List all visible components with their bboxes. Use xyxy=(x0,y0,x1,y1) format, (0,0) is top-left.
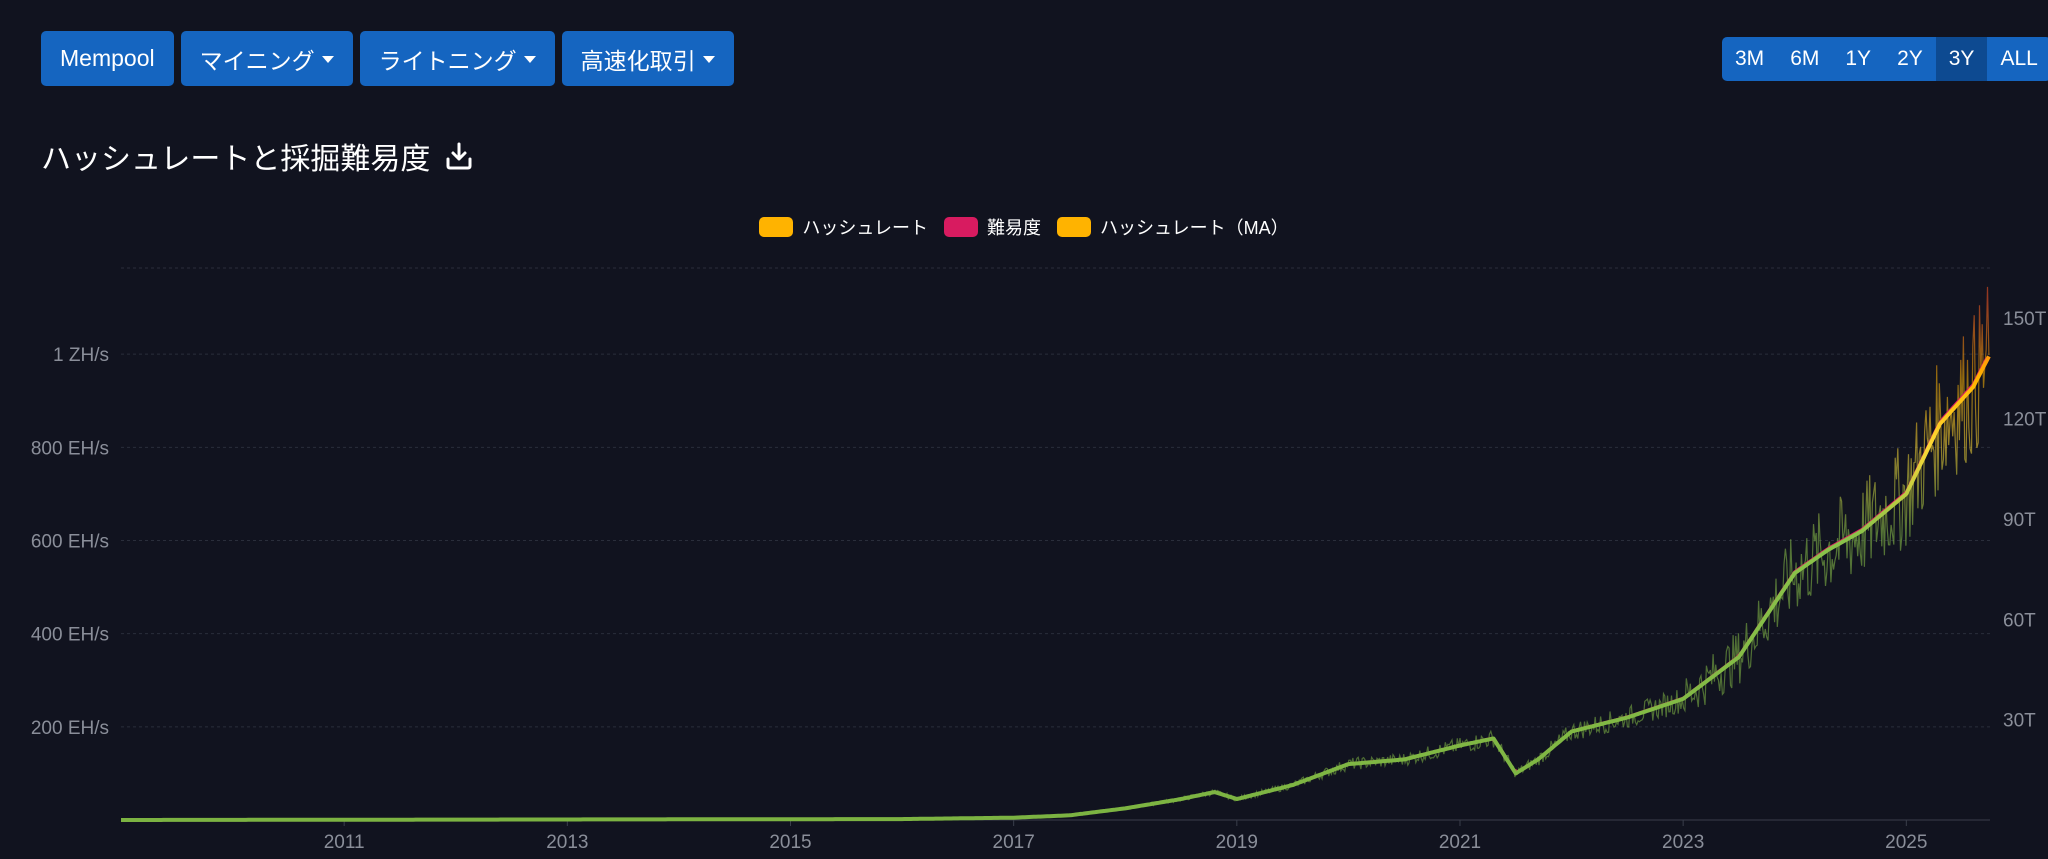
difficulty-point xyxy=(1626,716,1629,719)
x-tick-label: 2013 xyxy=(546,832,588,853)
x-tick-label: 2021 xyxy=(1439,832,1481,853)
difficulty-point xyxy=(1514,772,1517,775)
y-left-tick-label: 600 EH/s xyxy=(31,532,109,553)
hashrate-difficulty-chart: 2011 2013 2015 2017 2019 2021 2023 2025 200 EH/… xyxy=(31,267,2047,853)
difficulty-point xyxy=(1180,797,1183,800)
difficulty-point xyxy=(1068,814,1071,817)
y-left-tick-label: 400 EH/s xyxy=(31,625,109,646)
x-tick-label: 2023 xyxy=(1662,832,1704,853)
difficulty-point xyxy=(1291,783,1294,786)
difficulty-point xyxy=(1570,730,1573,733)
difficulty-point xyxy=(1793,570,1796,573)
y-right-tick-label: 120T xyxy=(2003,410,2047,431)
difficulty-point xyxy=(1235,797,1238,800)
y-right-tick-label: 150T xyxy=(2003,309,2047,330)
difficulty-point xyxy=(1347,762,1350,765)
series-difficulty-line xyxy=(121,357,1989,822)
difficulty-point xyxy=(1905,491,1908,494)
difficulty-point xyxy=(1827,547,1830,550)
series-hashrate-ma-line xyxy=(121,355,1991,822)
x-tick-label: 2017 xyxy=(993,832,1035,853)
difficulty-point xyxy=(1682,697,1685,700)
y-left-tick-label: 1 ZH/s xyxy=(53,345,109,366)
y-right-tick-label: 30T xyxy=(2003,711,2036,732)
difficulty-point xyxy=(1972,383,1975,386)
difficulty-point xyxy=(1938,420,1941,423)
hashrate-ma-point xyxy=(1989,353,1992,356)
difficulty-point xyxy=(1459,744,1462,747)
x-tick-label: 2019 xyxy=(1216,832,1258,853)
difficulty-point xyxy=(1537,758,1540,761)
page: Mempool マイニング ライトニング 高速化取引 3M 6M 1Y 2Y 3… xyxy=(0,0,2048,859)
difficulty-point xyxy=(1860,528,1863,531)
y-right-tick-label: 90T xyxy=(2003,510,2036,531)
difficulty-point xyxy=(1989,350,1992,353)
x-tick-label: 2011 xyxy=(324,832,365,853)
difficulty-point xyxy=(1213,790,1216,793)
difficulty-point xyxy=(1124,807,1127,810)
difficulty-point xyxy=(1737,655,1740,658)
x-tick-label: 2015 xyxy=(769,832,811,853)
series-hashrate-line xyxy=(121,286,1990,821)
difficulty-point xyxy=(120,819,123,822)
difficulty-point xyxy=(1403,758,1406,761)
x-tick-label: 2025 xyxy=(1885,832,1927,853)
y-left-tick-label: 200 EH/s xyxy=(31,718,109,739)
difficulty-point xyxy=(901,818,904,821)
y-left-tick-label: 800 EH/s xyxy=(31,438,109,459)
difficulty-point xyxy=(1012,816,1015,819)
y-right-tick-label: 60T xyxy=(2003,610,2036,631)
difficulty-point xyxy=(1492,737,1495,740)
